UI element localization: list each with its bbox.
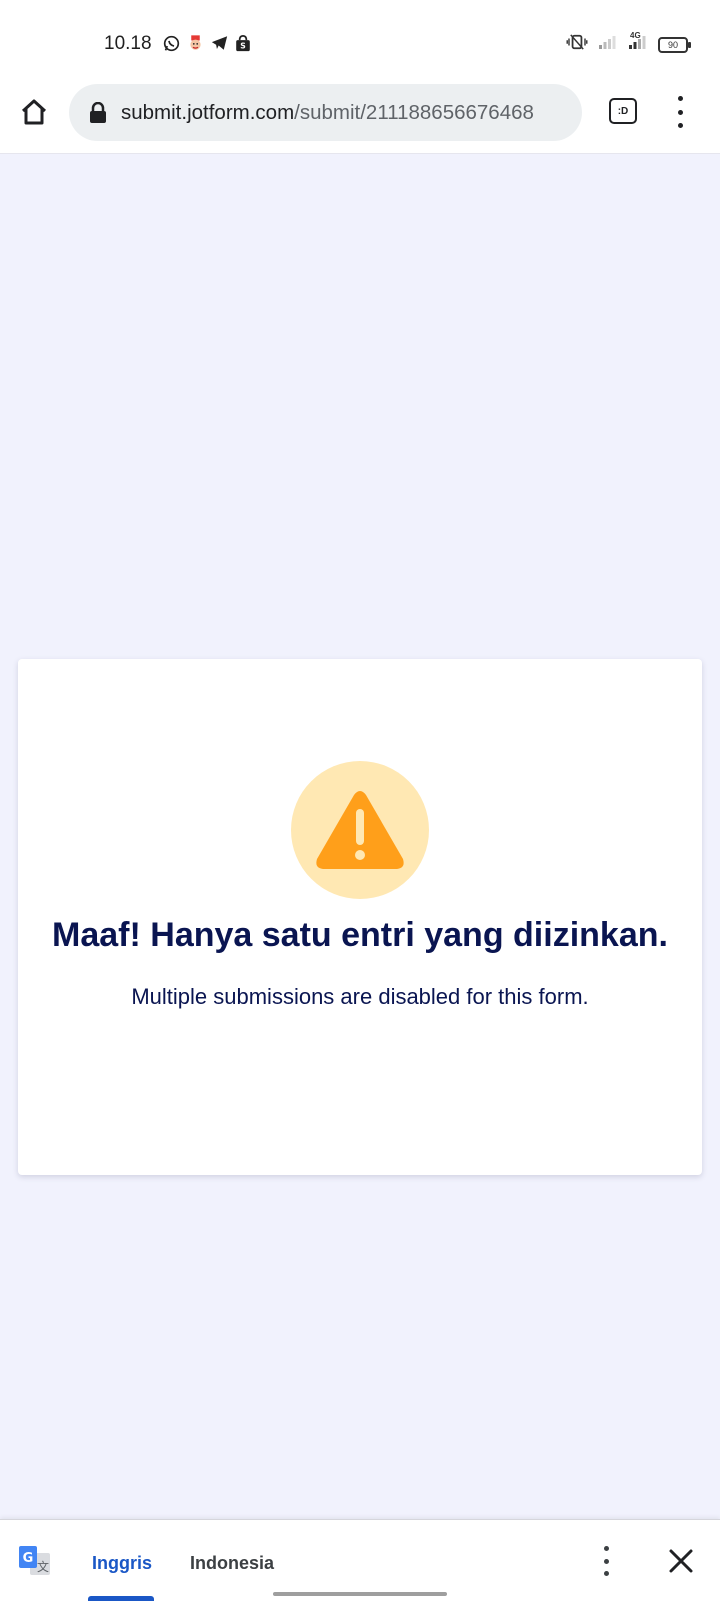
status-app-icons: S — [162, 34, 252, 52]
active-tab-indicator — [88, 1596, 154, 1601]
svg-text:文: 文 — [37, 1559, 49, 1574]
tab-language-indonesia[interactable]: Indonesia — [190, 1553, 274, 1574]
network-type-label: 4G — [630, 31, 641, 40]
signal-weak-icon — [598, 35, 616, 54]
status-bar: 10.18 S 4G 90 — [0, 0, 720, 80]
close-icon[interactable] — [668, 1548, 694, 1574]
browser-menu-button[interactable] — [668, 96, 692, 128]
game-avatar-icon — [186, 34, 204, 52]
url-text[interactable]: submit.jotform.com/submit/21118865667646… — [121, 101, 571, 125]
url-host: submit.jotform.com — [121, 100, 295, 124]
url-path: /submit/211188656676468 — [294, 100, 534, 124]
shopee-bag-icon: S — [234, 34, 252, 52]
url-bar[interactable]: submit.jotform.com/submit/21118865667646… — [69, 84, 582, 141]
gesture-bar — [273, 1592, 447, 1596]
home-icon — [21, 99, 47, 125]
svg-text:G: G — [23, 1551, 34, 1566]
svg-text:S: S — [240, 41, 246, 50]
tab-switcher-button[interactable]: :D — [609, 98, 637, 124]
tab-switcher-label: :D — [617, 105, 629, 117]
translate-menu-button[interactable] — [600, 1546, 612, 1576]
telegram-icon — [210, 34, 228, 52]
browser-toolbar: submit.jotform.com/submit/21118865667646… — [0, 80, 720, 154]
lock-icon[interactable] — [89, 102, 109, 124]
google-translate-icon: 文 G — [19, 1546, 50, 1575]
vibrate-icon — [566, 34, 588, 55]
battery-level: 90 — [667, 39, 678, 50]
translate-bar: 文 G Inggris Indonesia — [0, 1519, 720, 1601]
home-button[interactable] — [16, 94, 52, 130]
error-card: Maaf! Hanya satu entri yang diizinkan. M… — [18, 659, 702, 1175]
warning-triangle-icon — [316, 791, 404, 869]
error-message: Multiple submissions are disabled for th… — [131, 984, 589, 1009]
more-vert-icon — [603, 1546, 609, 1551]
status-time: 10.18 — [104, 33, 152, 54]
status-right: 4G 90 — [566, 31, 691, 55]
battery-icon: 90 — [658, 36, 691, 53]
error-title: Maaf! Hanya satu entri yang diizinkan. — [52, 916, 668, 954]
tab-language-inggris[interactable]: Inggris — [92, 1553, 152, 1574]
signal-4g-icon: 4G — [626, 31, 648, 54]
more-vert-icon — [677, 96, 683, 101]
warning-icon-circle — [291, 761, 429, 899]
whatsapp-icon — [162, 34, 180, 52]
